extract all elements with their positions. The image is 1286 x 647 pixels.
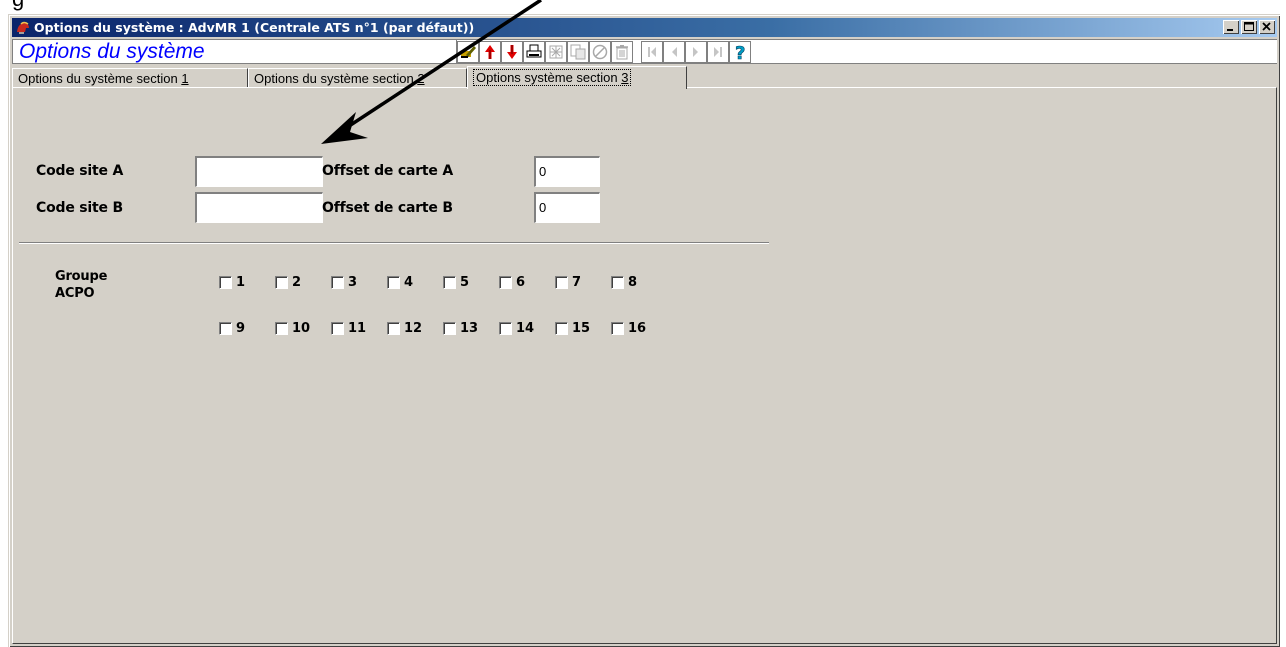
last-record-icon[interactable] <box>707 41 729 63</box>
checkbox-label: 6 <box>516 275 526 290</box>
title-bar[interactable]: Options du système : AdvMR 1 (Centrale A… <box>12 18 1277 37</box>
print-icon[interactable] <box>523 41 545 63</box>
checkbox-label: 3 <box>348 275 358 290</box>
tab-label: Options du système section <box>18 71 182 86</box>
minimize-button[interactable] <box>1223 20 1239 34</box>
checkbox-box[interactable] <box>611 322 624 335</box>
acpo-group-checkbox-8[interactable]: 8 <box>611 275 637 290</box>
svg-text:?: ? <box>735 43 745 61</box>
acpo-group-checkbox-7[interactable]: 7 <box>555 275 581 290</box>
checkbox-label: 15 <box>572 321 591 336</box>
offset-b-input[interactable]: 0 <box>534 192 600 223</box>
checkbox-label: 11 <box>348 321 367 336</box>
checkbox-label: 12 <box>404 321 423 336</box>
acpo-group-checkbox-10[interactable]: 10 <box>275 321 310 336</box>
first-record-icon[interactable] <box>641 41 663 63</box>
checkbox-box[interactable] <box>555 276 568 289</box>
copy-icon[interactable] <box>567 41 589 63</box>
checkbox-box[interactable] <box>443 276 456 289</box>
checkbox-box[interactable] <box>219 276 232 289</box>
acpo-group-checkbox-3[interactable]: 3 <box>331 275 357 290</box>
help-icon[interactable]: ? <box>729 41 751 63</box>
acpo-group-checkbox-5[interactable]: 5 <box>443 275 469 290</box>
acpo-group-checkbox-13[interactable]: 13 <box>443 321 478 336</box>
tab-label: Options du système section <box>254 71 418 86</box>
checkbox-label: 8 <box>628 275 638 290</box>
header-row: Options du système ? <box>12 39 1277 65</box>
acpo-group-checkbox-9[interactable]: 9 <box>219 321 245 336</box>
checkbox-box[interactable] <box>611 276 624 289</box>
checkbox-box[interactable] <box>387 322 400 335</box>
close-button[interactable] <box>1259 20 1275 34</box>
explode-icon[interactable] <box>545 41 567 63</box>
acpo-group-checkbox-12[interactable]: 12 <box>387 321 422 336</box>
checkbox-label: 9 <box>236 321 246 336</box>
page-fragment-text: g <box>12 0 24 12</box>
tab-section-2[interactable]: Options du système section 2 <box>248 68 467 88</box>
acpo-group-checkbox-2[interactable]: 2 <box>275 275 301 290</box>
group-label-line1: Groupe <box>55 269 108 284</box>
checkbox-box[interactable] <box>443 322 456 335</box>
checkbox-box[interactable] <box>331 322 344 335</box>
checkbox-box[interactable] <box>275 322 288 335</box>
checkbox-box[interactable] <box>275 276 288 289</box>
previous-record-icon[interactable] <box>663 41 685 63</box>
checkbox-label: 13 <box>460 321 479 336</box>
tab-hotkey: 1 <box>181 71 189 86</box>
checkbox-label: 10 <box>292 321 311 336</box>
offset-b-label: Offset de carte B <box>322 200 453 216</box>
tab-section-1[interactable]: Options du système section 1 <box>12 68 248 88</box>
tab-content-section-3: Code site A Offset de carte A 0 Code sit… <box>12 87 1277 644</box>
edit-pencil-icon[interactable] <box>457 41 479 63</box>
checkbox-label: 2 <box>292 275 302 290</box>
move-down-icon[interactable] <box>501 41 523 63</box>
window-title: Options du système : AdvMR 1 (Centrale A… <box>34 20 475 35</box>
tab-hotkey: 3 <box>621 70 629 85</box>
code-site-b-label: Code site B <box>36 200 123 216</box>
tab-section-3[interactable]: Options système section 3 <box>467 66 687 89</box>
checkbox-box[interactable] <box>331 276 344 289</box>
tab-strip: Options du système section 1 Options du … <box>12 66 1277 89</box>
cancel-icon[interactable] <box>589 41 611 63</box>
offset-a-input[interactable]: 0 <box>534 156 600 187</box>
checkbox-label: 1 <box>236 275 246 290</box>
move-up-icon[interactable] <box>479 41 501 63</box>
checkbox-label: 14 <box>516 321 535 336</box>
checkbox-box[interactable] <box>219 322 232 335</box>
code-site-b-input[interactable] <box>195 192 323 223</box>
group-label-line2: ACPO <box>55 286 95 301</box>
code-site-a-input[interactable] <box>195 156 323 187</box>
checkbox-box[interactable] <box>555 322 568 335</box>
checkbox-box[interactable] <box>499 276 512 289</box>
code-site-a-label: Code site A <box>36 163 124 179</box>
toolbar: ? <box>457 39 1277 64</box>
helmet-icon <box>15 20 31 36</box>
options-window: Options du système : AdvMR 1 (Centrale A… <box>8 14 1280 647</box>
acpo-group-checkbox-1[interactable]: 1 <box>219 275 245 290</box>
maximize-button[interactable] <box>1241 20 1257 34</box>
acpo-group-checkbox-11[interactable]: 11 <box>331 321 366 336</box>
acpo-group-checkbox-6[interactable]: 6 <box>499 275 525 290</box>
acpo-group-checkbox-14[interactable]: 14 <box>499 321 534 336</box>
panel-title: Options du système <box>12 39 457 64</box>
checkbox-label: 16 <box>628 321 647 336</box>
checkbox-label: 4 <box>404 275 414 290</box>
checkbox-box[interactable] <box>499 322 512 335</box>
next-record-icon[interactable] <box>685 41 707 63</box>
offset-a-label: Offset de carte A <box>322 163 454 179</box>
section-divider <box>19 242 769 244</box>
checkbox-box[interactable] <box>387 276 400 289</box>
acpo-group-checkbox-15[interactable]: 15 <box>555 321 590 336</box>
acpo-group-checkbox-16[interactable]: 16 <box>611 321 646 336</box>
tab-label: Options système section <box>476 70 622 85</box>
checkbox-label: 7 <box>572 275 582 290</box>
tab-hotkey: 2 <box>417 71 425 86</box>
delete-icon[interactable] <box>611 41 633 63</box>
checkbox-label: 5 <box>460 275 470 290</box>
acpo-group-checkbox-4[interactable]: 4 <box>387 275 413 290</box>
